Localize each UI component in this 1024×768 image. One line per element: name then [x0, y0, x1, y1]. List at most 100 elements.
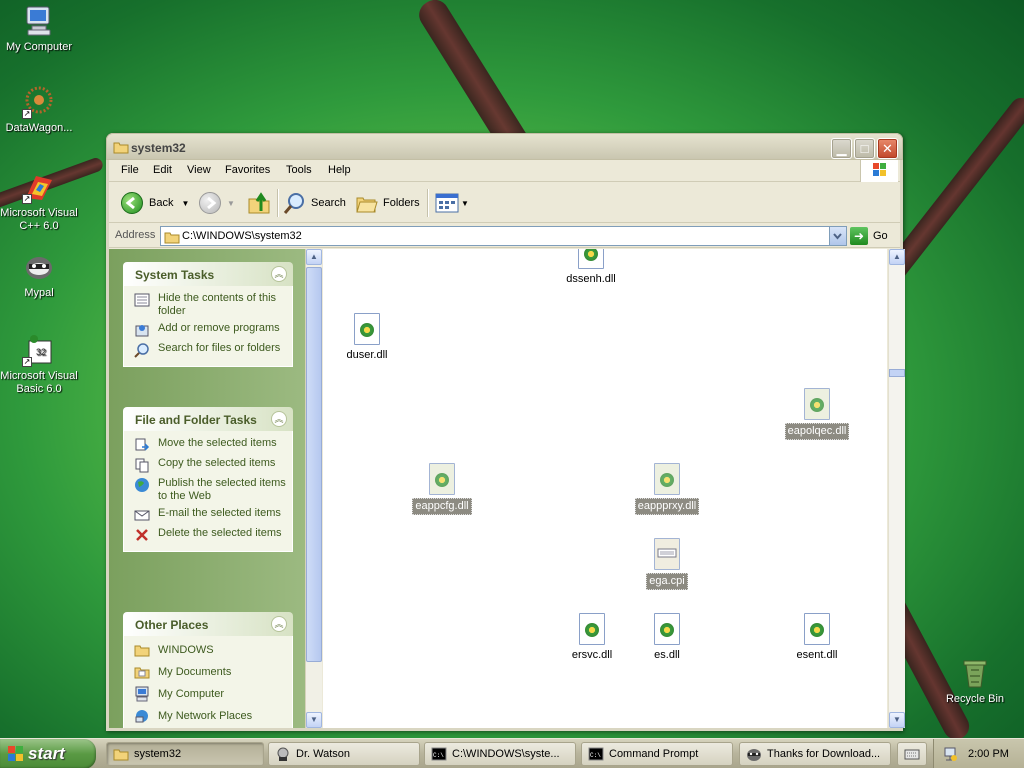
panel-title: File and Folder Tasks [135, 413, 257, 427]
menu-edit[interactable]: Edit [153, 164, 172, 176]
dll-file-icon [579, 613, 605, 645]
back-button[interactable]: Back ▼ [121, 191, 189, 215]
panel-header[interactable]: System Tasks ︽ [123, 262, 293, 286]
file-view-scrollbar[interactable]: ▲ ▼ [888, 249, 905, 728]
task-hide-contents[interactable]: Hide the contents of this folder [134, 292, 286, 318]
close-button[interactable]: ✕ [877, 138, 898, 159]
scroll-up-arrow-icon[interactable]: ▲ [889, 249, 905, 265]
go-arrow-icon: ➜ [850, 227, 868, 245]
maximize-button[interactable]: □ [854, 138, 875, 159]
file-name: ega.cpi [646, 573, 688, 590]
place-windows[interactable]: WINDOWS [134, 642, 286, 658]
toolbar-separator [427, 189, 428, 217]
dr-watson-icon [277, 747, 289, 761]
desktop-icon-mypal[interactable]: Mypal [0, 250, 78, 300]
task-add-remove-programs[interactable]: Add or remove programs [134, 322, 286, 338]
search-button[interactable]: Search [283, 191, 346, 215]
panel-header[interactable]: File and Folder Tasks ︽ [123, 407, 293, 431]
desktop-icon-my-computer[interactable]: My Computer [0, 4, 78, 54]
forward-button[interactable]: ▼ [199, 191, 235, 215]
scroll-down-arrow-icon[interactable]: ▼ [306, 712, 322, 728]
desktop-icon-datawagon[interactable]: ↗ DataWagon... [0, 85, 78, 135]
network-tray-icon[interactable] [942, 746, 958, 762]
file-item[interactable]: eappcfg.dll [402, 463, 482, 515]
explorer-window: system32 ▁ □ ✕ File Edit View Favorites … [106, 133, 905, 731]
address-field[interactable]: C:\WINDOWS\system32 [160, 226, 847, 246]
back-arrow-icon [121, 192, 143, 214]
file-name: eappcfg.dll [412, 498, 472, 515]
task-label: Copy the selected items [158, 457, 276, 469]
windows-logo [860, 160, 898, 182]
task-label: Thanks for Download... [767, 748, 881, 760]
file-item[interactable]: ersvc.dll [552, 613, 632, 663]
panel-header[interactable]: Other Places ︽ [123, 612, 293, 636]
collapse-chevron-icon[interactable]: ︽ [271, 266, 287, 282]
start-button[interactable]: start [0, 739, 96, 768]
folders-button[interactable]: Folders [355, 191, 420, 215]
up-folder-button[interactable] [247, 191, 271, 215]
move-icon [134, 437, 150, 453]
menu-view[interactable]: View [187, 164, 211, 176]
file-item[interactable]: dssenh.dll [551, 249, 631, 287]
file-name: esent.dll [796, 649, 838, 661]
task-delete-items[interactable]: Delete the selected items [134, 527, 286, 543]
menu-help[interactable]: Help [328, 164, 351, 176]
views-dropdown-icon: ▼ [461, 198, 469, 208]
taskbar-item-cmd-windows[interactable]: C:\ C:\WINDOWS\syste... [424, 742, 576, 766]
keyboard-language-button[interactable] [897, 742, 927, 766]
file-item[interactable]: duser.dll [327, 313, 407, 363]
copy-icon [134, 457, 150, 473]
file-item[interactable]: eappprxy.dll [627, 463, 707, 515]
collapse-chevron-icon[interactable]: ︽ [271, 616, 287, 632]
go-button[interactable]: ➜ Go [850, 227, 898, 245]
scroll-up-arrow-icon[interactable]: ▲ [306, 249, 322, 265]
taskbar-item-thanks-for-download[interactable]: Thanks for Download... [739, 742, 891, 766]
command-prompt-icon: C:\ [431, 747, 447, 761]
scroll-down-arrow-icon[interactable]: ▼ [889, 712, 905, 728]
place-my-documents[interactable]: My Documents [134, 664, 286, 680]
file-item[interactable]: eapolqec.dll [777, 388, 857, 440]
search-icon [134, 342, 150, 358]
desktop-icon-visual-cpp[interactable]: ↗ Microsoft Visual C++ 6.0 [0, 170, 78, 233]
place-my-computer[interactable]: My Computer [134, 686, 286, 702]
minimize-button[interactable]: ▁ [831, 138, 852, 159]
task-label: Add or remove programs [158, 322, 280, 334]
command-prompt-icon: C:\ [588, 747, 604, 761]
address-dropdown-button[interactable] [829, 227, 846, 245]
file-item[interactable]: ega.cpi [627, 538, 707, 590]
taskbar: start system32 Dr. Watson C:\ C:\WINDOWS… [0, 738, 1024, 768]
chevron-down-icon [833, 233, 842, 240]
task-move-items[interactable]: Move the selected items [134, 437, 286, 453]
place-my-network-places[interactable]: My Network Places [134, 708, 286, 724]
menu-tools[interactable]: Tools [286, 164, 312, 176]
views-button[interactable]: ▼ [435, 191, 469, 215]
collapse-chevron-icon[interactable]: ︽ [271, 411, 287, 427]
scroll-thumb[interactable] [306, 267, 322, 662]
dll-file-icon [654, 463, 680, 495]
folders-icon [356, 197, 378, 213]
file-name: eappprxy.dll [634, 498, 700, 515]
taskbar-item-command-prompt[interactable]: C:\ Command Prompt [581, 742, 733, 766]
desktop-icon-recycle-bin[interactable]: Recycle Bin [936, 656, 1014, 706]
forward-arrow-icon [199, 192, 221, 214]
task-search-files[interactable]: Search for files or folders [134, 342, 286, 358]
task-pane-scrollbar[interactable]: ▲ ▼ [305, 249, 322, 728]
taskbar-item-system32[interactable]: system32 [106, 742, 264, 766]
task-email-items[interactable]: E-mail the selected items [134, 507, 286, 523]
file-list-view[interactable]: dssenh.dll duser.dll eapolqec.dll eappcf… [323, 249, 887, 728]
keyboard-icon [904, 749, 920, 760]
task-publish-items[interactable]: Publish the selected items to the Web [134, 477, 286, 503]
menu-file[interactable]: File [121, 164, 139, 176]
desktop-icon-visual-basic[interactable]: 32 ↗ Microsoft Visual Basic 6.0 [0, 333, 78, 396]
taskbar-item-dr-watson[interactable]: Dr. Watson [268, 742, 420, 766]
task-copy-items[interactable]: Copy the selected items [134, 457, 286, 473]
back-dropdown-icon[interactable]: ▼ [181, 199, 189, 208]
title-bar[interactable]: system32 ▁ □ ✕ [106, 133, 903, 160]
clock[interactable]: 2:00 PM [968, 748, 1009, 760]
file-item[interactable]: es.dll [627, 613, 707, 663]
mypal-icon [22, 250, 56, 284]
forward-dropdown-icon[interactable]: ▼ [227, 199, 235, 208]
menu-favorites[interactable]: Favorites [225, 164, 270, 176]
scroll-thumb[interactable] [889, 369, 905, 377]
file-item[interactable]: esent.dll [777, 613, 857, 663]
